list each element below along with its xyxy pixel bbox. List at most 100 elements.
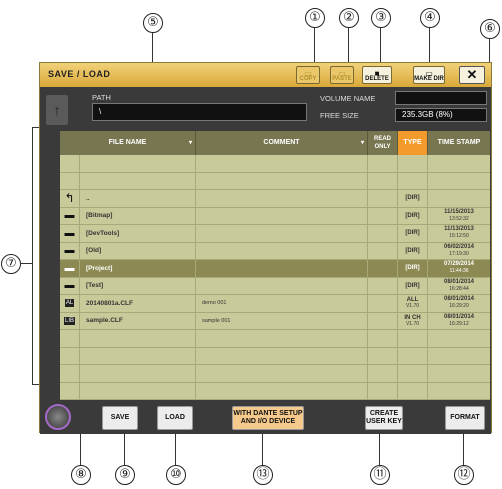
up-directory-button[interactable]: ↑ [46,95,68,125]
header-comment[interactable]: COMMENT ▾ [196,131,368,155]
table-row[interactable] [60,155,490,173]
file-date: 11/15/2013 [444,208,474,215]
delete-button[interactable]: ■ DELETE [362,66,392,84]
row-icon [60,155,80,172]
folder-icon: ▬ [60,277,80,294]
file-name-cell [80,330,196,347]
callout-8: ⑧ [71,465,91,485]
time-stamp-cell: 07/29/2014 11:44:36 [428,260,490,277]
table-row[interactable]: ▬ [Test] [DIR] 08/01/2014 16:28:44 [60,277,490,295]
file-type: [DIR] [405,282,420,289]
table-row[interactable]: ▬ [Old] [DIR] 06/02/2014 17:19:30 [60,242,490,260]
screen-encoder-knob[interactable] [45,404,71,430]
type-cell: [DIR] [398,260,428,277]
callout-3: ③ [371,8,391,28]
file-version: V1.70 [405,303,420,310]
table-row[interactable]: ▬ [DevTools] [DIR] 11/13/2013 15:12:50 [60,225,490,243]
file-name: [DevTools] [86,229,120,237]
table-row[interactable]: ▬ [Project] [DIR] 07/29/2014 11:44:36 [60,260,490,278]
read-only-cell [368,295,398,312]
make-dir-button[interactable]: ▭ MAKE DIR [413,66,445,84]
file-version: V1.70 [405,320,420,327]
callout-5: ⑤ [143,13,163,33]
file-name: [Project] [86,264,113,272]
header-type[interactable]: TYPE [398,131,428,155]
comment-cell [196,242,368,259]
table-row[interactable] [60,330,490,348]
callout-7: ⑦ [1,254,21,274]
file-name: [Bitmap] [86,212,113,220]
file-time: 11:44:36 [449,268,469,275]
table-row[interactable] [60,382,490,400]
copy-button[interactable]: ▭ COPY [296,66,320,84]
table-row[interactable] [60,172,490,190]
title-bar: SAVE / LOAD ▭ COPY ▭ PASTE ■ DELETE ▭ MA… [40,63,491,87]
sort-arrow-icon: ▾ [188,140,192,146]
type-cell: IN CH V1.70 [398,312,428,329]
file-list: ↰.. [DIR] ▬ [Bitmap] [DIR] 11/15/2013 13:52:32… [60,155,490,401]
table-row[interactable] [60,347,490,365]
read-only-cell [368,365,398,382]
file-name-cell: [Bitmap] [80,207,196,224]
dante-setup-toggle[interactable]: WITH DANTE SETUP AND I/O DEVICE [232,406,304,430]
callout-11: ⑪ [370,465,390,485]
path-field[interactable]: \ [92,103,307,121]
load-button[interactable]: LOAD [157,406,193,430]
format-button[interactable]: FORMAT [445,406,485,430]
callout-9: ⑨ [115,465,135,485]
save-load-window: SAVE / LOAD ▭ COPY ▭ PASTE ■ DELETE ▭ MA… [39,62,492,434]
callout-12: ⑫ [454,465,474,485]
time-stamp-cell: 11/13/2013 15:12:50 [428,225,490,242]
read-only-cell [368,347,398,364]
comment-cell [196,277,368,294]
close-button[interactable]: ✕ [459,66,485,84]
read-only-cell [368,312,398,329]
comment-cell: sample 001 [196,312,368,329]
file-name-cell: [Test] [80,277,196,294]
type-cell [398,347,428,364]
file-name-cell [80,347,196,364]
read-only-cell [368,260,398,277]
file-time: 15:12:50 [449,233,469,240]
arrow-up-icon: ↑ [53,102,61,118]
folder-icon: ▬ [60,225,80,242]
library-file-icon: LIB [60,312,80,329]
file-date: 08/01/2014 [443,278,475,285]
file-time: 13:52:32 [449,215,469,222]
window-title: SAVE / LOAD [48,69,111,79]
save-button[interactable]: SAVE [102,406,138,430]
file-date: 08/01/2014 [443,296,475,303]
folder-icon: ▬ [60,242,80,259]
row-icon [60,382,80,399]
time-stamp-cell: 08/01/2014 16:29:12 [428,313,490,330]
type-cell: [DIR] [398,277,428,294]
parent-dir-icon: ↰ [60,190,80,207]
header-read-only: READ ONLY [368,131,398,155]
time-stamp-cell [428,365,490,382]
table-row[interactable]: AL 20140801a.CLF demo 001 ALL V1.70 08/01/201… [60,295,490,313]
file-name-cell [80,382,196,399]
file-date: 06/02/2014 [443,243,475,250]
comment-cell: demo 001 [196,295,368,312]
read-only-cell [368,207,398,224]
table-row[interactable]: LIB sample.CLF sample 001 IN CH V1.70 08/01/2… [60,312,490,330]
type-cell: [DIR] [398,207,428,224]
time-stamp-cell [428,190,490,207]
header-time-stamp[interactable]: TIME STAMP [428,131,490,155]
file-time: 16:28:44 [449,285,469,292]
comment-cell [196,207,368,224]
bottom-bar: SAVE LOAD WITH DANTE SETUP AND I/O DEVIC… [40,401,491,434]
header-file-name[interactable]: FILE NAME ▾ [60,131,196,155]
create-user-key-button[interactable]: CREATE USER KEY [365,406,403,430]
paste-button[interactable]: ▭ PASTE [330,66,354,84]
file-type: [DIR] [405,265,420,272]
comment-cell [196,260,368,277]
table-row[interactable]: ↰.. [DIR] [60,190,490,208]
file-time: 16:29:20 [449,303,469,310]
file-name-cell: 20140801a.CLF [80,295,196,312]
file-type: [DIR] [405,230,420,237]
row-icon [60,330,80,347]
file-name-cell: [Old] [80,242,196,259]
table-row[interactable] [60,365,490,383]
table-row[interactable]: ▬ [Bitmap] [DIR] 11/15/2013 13:52:32 [60,207,490,225]
